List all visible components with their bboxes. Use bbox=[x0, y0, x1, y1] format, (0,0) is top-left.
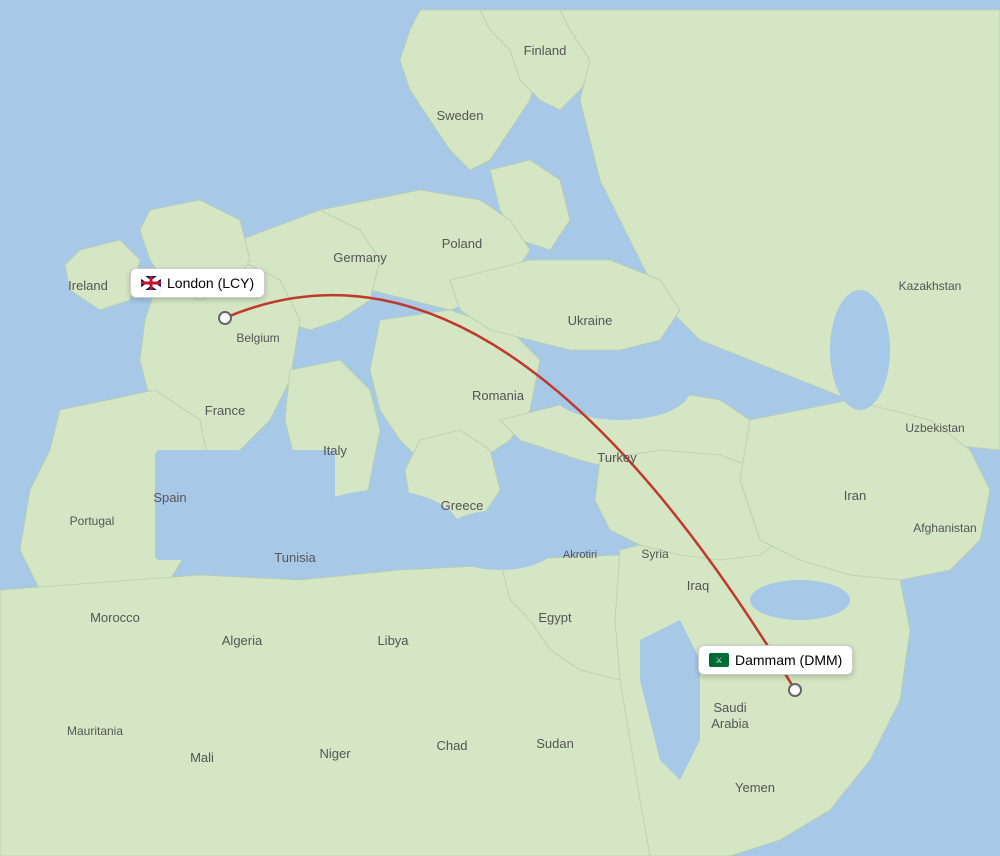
svg-text:Afghanistan: Afghanistan bbox=[913, 521, 976, 535]
svg-text:Ukraine: Ukraine bbox=[568, 313, 613, 328]
svg-text:Saudi: Saudi bbox=[713, 700, 746, 715]
svg-text:Sudan: Sudan bbox=[536, 736, 574, 751]
svg-text:Mauritania: Mauritania bbox=[67, 724, 123, 738]
london-label-text: London (LCY) bbox=[167, 275, 254, 291]
svg-text:Finland: Finland bbox=[524, 43, 567, 58]
svg-text:Egypt: Egypt bbox=[538, 610, 572, 625]
svg-text:Uzbekistan: Uzbekistan bbox=[905, 421, 964, 435]
map-svg: Finland Sweden Ireland Belgium Germany P… bbox=[0, 0, 1000, 856]
sa-flag-icon bbox=[709, 653, 729, 667]
dammam-label-text: Dammam (DMM) bbox=[735, 652, 842, 668]
svg-text:Portugal: Portugal bbox=[70, 514, 115, 528]
svg-text:Spain: Spain bbox=[153, 490, 186, 505]
svg-text:Libya: Libya bbox=[377, 633, 409, 648]
svg-text:Sweden: Sweden bbox=[437, 108, 484, 123]
svg-text:Belgium: Belgium bbox=[236, 331, 279, 345]
svg-text:Romania: Romania bbox=[472, 388, 525, 403]
svg-text:Germany: Germany bbox=[333, 250, 387, 265]
svg-text:Italy: Italy bbox=[323, 443, 347, 458]
svg-text:Akrotiri: Akrotiri bbox=[563, 549, 597, 561]
dammam-label: Dammam (DMM) bbox=[698, 645, 853, 675]
svg-text:Morocco: Morocco bbox=[90, 610, 140, 625]
svg-text:Poland: Poland bbox=[442, 236, 482, 251]
svg-text:Niger: Niger bbox=[319, 746, 351, 761]
svg-text:Turkey: Turkey bbox=[597, 450, 637, 465]
svg-text:Mali: Mali bbox=[190, 750, 214, 765]
london-dot bbox=[219, 312, 231, 324]
uk-flag-icon bbox=[141, 276, 161, 290]
svg-text:Greece: Greece bbox=[441, 498, 484, 513]
svg-text:Iraq: Iraq bbox=[687, 578, 709, 593]
svg-text:Algeria: Algeria bbox=[222, 633, 263, 648]
svg-text:Syria: Syria bbox=[641, 547, 669, 561]
svg-text:Ireland: Ireland bbox=[68, 278, 108, 293]
svg-text:Iran: Iran bbox=[844, 488, 866, 503]
map-container: Finland Sweden Ireland Belgium Germany P… bbox=[0, 0, 1000, 856]
svg-text:Tunisia: Tunisia bbox=[274, 550, 316, 565]
svg-text:Chad: Chad bbox=[436, 738, 467, 753]
london-label: London (LCY) bbox=[130, 268, 265, 298]
svg-text:Yemen: Yemen bbox=[735, 780, 775, 795]
svg-text:France: France bbox=[205, 403, 245, 418]
svg-text:Kazakhstan: Kazakhstan bbox=[899, 279, 962, 293]
svg-text:Arabia: Arabia bbox=[711, 716, 749, 731]
dammam-dot bbox=[789, 684, 801, 696]
